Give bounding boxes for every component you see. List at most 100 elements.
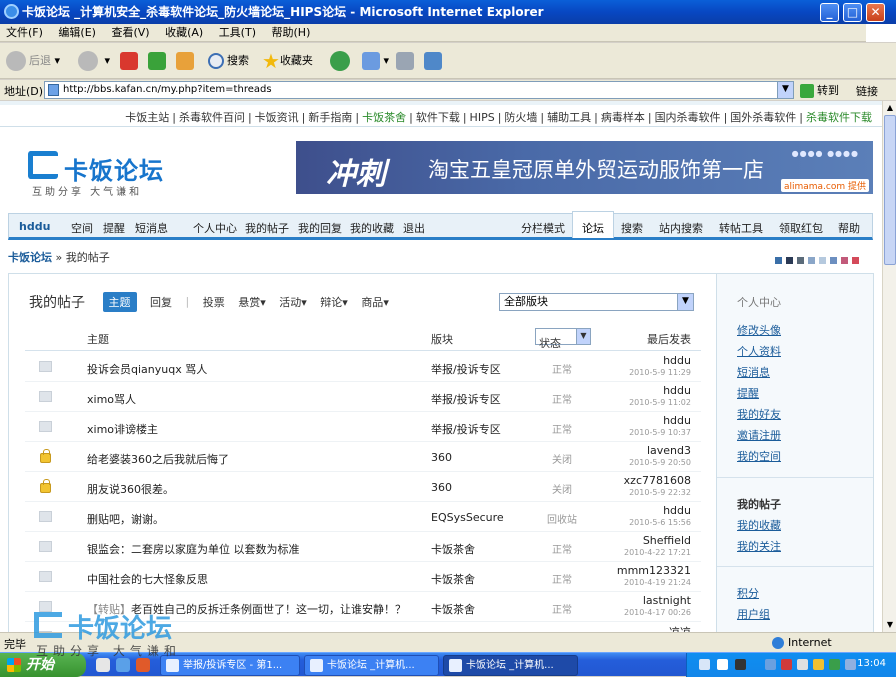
go-button[interactable]: 转到	[800, 82, 839, 98]
forum-select[interactable]: 全部版块 ▼	[499, 293, 694, 311]
style-swatch[interactable]	[797, 257, 804, 264]
site-nav-link[interactable]: 卡饭资讯	[255, 111, 299, 124]
site-nav-link[interactable]: 辅助工具	[547, 111, 591, 124]
style-swatch[interactable]	[775, 257, 782, 264]
site-nav-link[interactable]: 软件下载	[416, 111, 460, 124]
thread-title[interactable]: 中国社会的七大怪象反思	[87, 571, 208, 587]
site-nav-link[interactable]: 国外杀毒软件	[730, 111, 796, 124]
site-nav-link[interactable]: 卡饭主站	[125, 111, 169, 124]
nav-logout[interactable]: 退出	[403, 220, 425, 236]
thread-last-user[interactable]: hddu	[663, 414, 691, 427]
links-button[interactable]: 链接	[856, 83, 878, 99]
thread-last-user[interactable]: hddu	[663, 384, 691, 397]
sidebar-link-space[interactable]: 我的空间	[737, 448, 781, 464]
maximize-button[interactable]: □	[843, 3, 862, 22]
search-button[interactable]: 搜索	[208, 49, 249, 73]
menu-favorites[interactable]: 收藏(A)	[159, 24, 209, 42]
thread-forum[interactable]: EQSysSecure	[431, 511, 504, 524]
sidebar-link-follows[interactable]: 我的关注	[737, 538, 781, 554]
tray-keyboard-icon[interactable]	[699, 659, 710, 670]
tray-network-icon[interactable]	[765, 659, 776, 670]
nav-user-center[interactable]: 个人中心	[193, 220, 237, 236]
nav-site-search[interactable]: 站内搜索	[659, 220, 703, 236]
site-nav-link[interactable]: 杀毒软件下载	[806, 111, 872, 124]
thread-last-user[interactable]: lavend3	[647, 444, 691, 457]
thread-title[interactable]: 给老婆装360之后我就后悔了	[87, 451, 229, 467]
nav-search[interactable]: 搜索	[621, 220, 643, 236]
thread-title[interactable]: 删贴吧，谢谢。	[87, 511, 164, 527]
tab-activities[interactable]: 活动▾	[279, 294, 307, 310]
style-swatch[interactable]	[786, 257, 793, 264]
mail-button[interactable]: ▾	[362, 49, 389, 73]
thread-last-user[interactable]: xzc7781608	[624, 474, 691, 487]
thread-forum[interactable]: 卡饭茶舍	[431, 601, 475, 617]
address-input[interactable]: http://bbs.kafan.cn/my.php?item=threads …	[44, 81, 794, 99]
menu-view[interactable]: 查看(V)	[105, 24, 155, 42]
thread-title[interactable]: 朋友说360很差。	[87, 481, 174, 497]
thread-last-user[interactable]: hddu	[663, 504, 691, 517]
nav-forum-tab[interactable]: 论坛	[572, 211, 614, 238]
sidebar-posts-heading[interactable]: 我的帖子	[737, 496, 781, 512]
tray-app-icon[interactable]	[813, 659, 824, 670]
style-swatch[interactable]	[830, 257, 837, 264]
thread-last-user[interactable]: Sheffield	[643, 534, 691, 547]
site-logo[interactable]: 卡饭论坛 互助分享 大气谦和	[28, 149, 178, 198]
refresh-button[interactable]	[148, 49, 166, 73]
status-filter-select[interactable]: 状态 ▼	[535, 328, 591, 350]
ad-banner[interactable]: 冲刺 淘宝五皇冠原单外贸运动服饰第一店 ●●●● ●●●● alimama.co…	[296, 141, 873, 194]
minimize-button[interactable]: _	[820, 3, 839, 22]
thread-title[interactable]: ximo骂人	[87, 391, 136, 407]
address-dropdown-icon[interactable]: ▼	[777, 82, 793, 98]
scroll-thumb[interactable]	[884, 115, 896, 265]
thread-last-user[interactable]: 凉凉	[669, 624, 691, 632]
nav-column-mode[interactable]: 分栏模式	[521, 220, 565, 236]
sidebar-link-usergroup[interactable]: 用户组	[737, 606, 770, 622]
site-nav-link[interactable]: 防火墙	[504, 111, 537, 124]
thread-last-user[interactable]: lastnight	[643, 594, 691, 607]
history-button[interactable]	[330, 49, 353, 73]
tray-volume-icon[interactable]	[797, 659, 808, 670]
thread-forum[interactable]: 举报/投诉专区	[431, 421, 501, 437]
site-nav-link[interactable]: 新手指南	[308, 111, 352, 124]
thread-title[interactable]: 投诉会员qianyuqx 骂人	[87, 361, 207, 377]
thread-last-user[interactable]: hddu	[663, 354, 691, 367]
sidebar-link-avatar[interactable]: 修改头像	[737, 322, 781, 338]
tray-ime-icon[interactable]	[735, 659, 746, 670]
style-swatch[interactable]	[852, 257, 859, 264]
thread-forum[interactable]: 举报/投诉专区	[431, 391, 501, 407]
sidebar-link-invite[interactable]: 邀请注册	[737, 427, 781, 443]
tab-replies[interactable]: 回复	[150, 294, 172, 310]
site-nav-link[interactable]: 杀毒软件百问	[179, 111, 245, 124]
forward-button[interactable]: ▾	[78, 49, 110, 73]
site-nav-link[interactable]: 病毒样本	[601, 111, 645, 124]
sidebar-link-favorites[interactable]: 我的收藏	[737, 517, 781, 533]
tray-security-icon[interactable]	[829, 659, 840, 670]
close-button[interactable]: ✕	[866, 3, 885, 22]
thread-title[interactable]: 银监会：二套房以家庭为单位 以套数为标准	[87, 541, 300, 557]
sidebar-link-friends[interactable]: 我的好友	[737, 406, 781, 422]
menu-edit[interactable]: 编辑(E)	[52, 24, 102, 42]
style-swatch[interactable]	[819, 257, 826, 264]
taskbar-task-2[interactable]: 卡饭论坛 _计算机...	[304, 655, 439, 676]
favorites-button[interactable]: ★收藏夹	[262, 49, 313, 73]
back-button[interactable]: 后退 ▾	[6, 49, 60, 73]
scroll-up-icon[interactable]: ▲	[883, 101, 896, 115]
sidebar-link-profile[interactable]: 个人资料	[737, 343, 781, 359]
thread-forum[interactable]: 卡饭茶舍	[431, 541, 475, 557]
tab-rewards[interactable]: 悬赏▾	[238, 294, 266, 310]
menu-help[interactable]: 帮助(H)	[266, 24, 317, 42]
tray-help-icon[interactable]	[717, 659, 728, 670]
nav-help[interactable]: 帮助	[838, 220, 860, 236]
thread-title[interactable]: ximo诽谤楼主	[87, 421, 158, 437]
print-button[interactable]	[396, 49, 414, 73]
style-swatch[interactable]	[808, 257, 815, 264]
site-nav-link[interactable]: 国内杀毒软件	[655, 111, 721, 124]
sidebar-link-notice[interactable]: 提醒	[737, 385, 759, 401]
sidebar-link-messages[interactable]: 短消息	[737, 364, 770, 380]
thread-forum[interactable]: 360	[431, 451, 452, 464]
tab-goods[interactable]: 商品▾	[361, 294, 389, 310]
nav-space[interactable]: 空间	[71, 220, 93, 236]
edit-button[interactable]	[424, 49, 442, 73]
tab-topics[interactable]: 主题	[102, 292, 137, 312]
nav-notice[interactable]: 提醒	[103, 220, 125, 236]
